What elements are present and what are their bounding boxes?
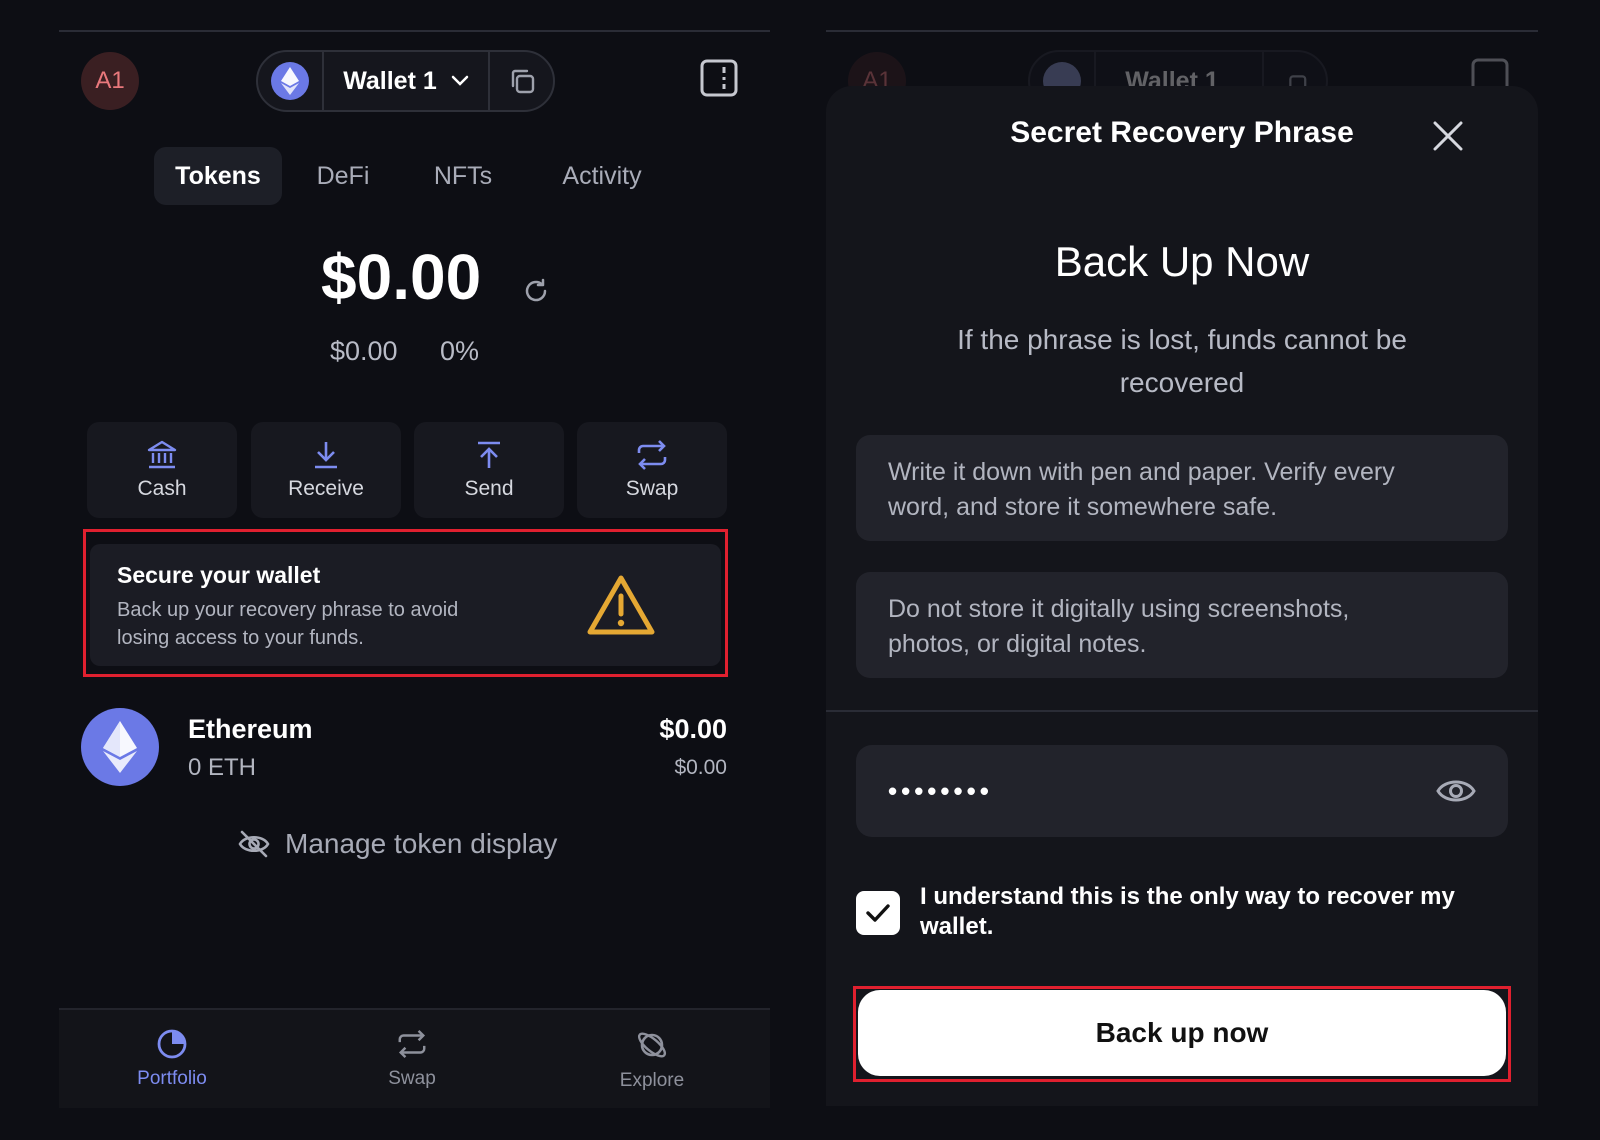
nav-portfolio[interactable]: Portfolio xyxy=(92,1028,252,1090)
total-balance: $0.00 xyxy=(321,241,482,313)
consent-line1: I understand this is the only way to rec… xyxy=(920,883,1455,910)
manage-token-display-button[interactable]: Manage token display xyxy=(237,828,557,860)
wallet-name: Wallet 1 xyxy=(343,66,437,95)
swap-icon xyxy=(635,439,669,471)
tip-card: Do not store it digitally using screensh… xyxy=(856,572,1508,678)
secure-wallet-desc-line1: Back up your recovery phrase to avoid xyxy=(117,599,459,621)
swap-button[interactable]: Swap xyxy=(577,422,727,518)
warning-icon xyxy=(586,574,656,636)
token-fiat: $0.00 xyxy=(674,756,727,779)
ethereum-icon xyxy=(81,708,159,786)
bank-icon xyxy=(146,439,178,471)
tip-card: Write it down with pen and paper. Verify… xyxy=(856,435,1508,541)
tip-line: Write it down with pen and paper. Verify… xyxy=(888,458,1395,486)
top-divider xyxy=(59,30,770,32)
tab-nfts[interactable]: NFTs xyxy=(408,147,518,205)
refresh-icon[interactable] xyxy=(521,276,551,306)
backup-screen: A1 Wallet 1 Secret Recovery Phrase Back … xyxy=(826,30,1538,1106)
section-divider xyxy=(826,710,1538,712)
tip-line: Do not store it digitally using screensh… xyxy=(888,595,1350,623)
nav-swap[interactable]: Swap xyxy=(332,1028,492,1090)
tip-line: word, and store it somewhere safe. xyxy=(888,493,1278,521)
nav-label: Swap xyxy=(388,1068,436,1089)
swap-icon xyxy=(396,1028,428,1060)
download-icon xyxy=(310,439,342,471)
tab-label: NFTs xyxy=(433,161,493,190)
token-value: $0.00 xyxy=(659,714,727,744)
chain-button[interactable] xyxy=(258,52,322,110)
action-label: Swap xyxy=(625,477,679,500)
tab-tokens[interactable]: Tokens xyxy=(154,147,282,205)
manage-label: Manage token display xyxy=(285,828,558,859)
backup-heading: Back Up Now xyxy=(1054,238,1310,285)
action-label: Cash xyxy=(137,477,187,500)
secure-wallet-card[interactable]: Secure your wallet Back up your recovery… xyxy=(90,544,721,666)
top-divider xyxy=(826,30,1538,32)
wallet-selector: Wallet 1 xyxy=(256,50,555,112)
password-mask: •••••••• xyxy=(888,775,993,806)
upload-icon xyxy=(473,439,505,471)
nav-label: Portfolio xyxy=(137,1068,207,1089)
tab-defi[interactable]: DeFi xyxy=(296,147,390,205)
secure-wallet-desc-line2: losing access to your funds. xyxy=(117,627,364,649)
consent-checkbox[interactable] xyxy=(856,891,900,935)
avatar-text: A1 xyxy=(95,67,125,94)
pie-chart-icon xyxy=(156,1028,188,1060)
wallet-dropdown[interactable]: Wallet 1 xyxy=(324,52,489,110)
secure-wallet-title: Secure your wallet xyxy=(117,562,321,588)
cash-button[interactable]: Cash xyxy=(87,422,237,518)
password-input[interactable]: •••••••• xyxy=(856,745,1508,837)
lead-line1: If the phrase is lost, funds cannot be xyxy=(957,324,1407,355)
tab-label: DeFi xyxy=(316,161,370,190)
sidebar-toggle-icon[interactable] xyxy=(700,59,738,97)
copy-address-button[interactable] xyxy=(490,52,553,110)
back-up-now-button[interactable]: Back up now xyxy=(858,990,1506,1076)
tip-line: photos, or digital notes. xyxy=(888,630,1147,658)
action-label: Receive xyxy=(288,477,364,500)
receive-button[interactable]: Receive xyxy=(251,422,401,518)
action-label: Send xyxy=(464,477,514,500)
recovery-phrase-sheet: Secret Recovery Phrase Back Up Now If th… xyxy=(826,86,1538,1106)
lead-line2: recovered xyxy=(1119,367,1245,398)
copy-icon xyxy=(508,67,536,95)
checkmark-icon xyxy=(865,903,891,923)
nav-explore[interactable]: Explore xyxy=(572,1028,732,1092)
tab-label: Tokens xyxy=(175,161,261,190)
consent-line2: wallet. xyxy=(920,913,994,940)
token-name: Ethereum xyxy=(188,714,313,744)
portfolio-screen: A1 Wallet 1 Tokens DeFi NFTs Activity $0… xyxy=(59,30,770,1108)
planet-icon xyxy=(635,1028,669,1062)
eye-icon[interactable] xyxy=(1436,776,1476,806)
chevron-down-icon xyxy=(451,75,469,87)
eye-off-icon xyxy=(237,829,271,859)
close-icon[interactable] xyxy=(1432,120,1464,152)
tab-label: Activity xyxy=(562,161,642,190)
tab-activity[interactable]: Activity xyxy=(536,147,668,205)
balance-change-value: $0.00 xyxy=(330,336,398,366)
nav-label: Explore xyxy=(619,1070,685,1091)
balance-change-percent: 0% xyxy=(440,336,480,366)
bottom-nav: Portfolio Swap Explore xyxy=(59,1008,770,1108)
avatar[interactable]: A1 xyxy=(81,52,139,110)
button-label: Back up now xyxy=(1095,1017,1269,1048)
ethereum-icon xyxy=(270,62,309,100)
token-row-ethereum[interactable]: Ethereum 0 ETH $0.00 $0.00 xyxy=(81,708,727,788)
send-button[interactable]: Send xyxy=(414,422,564,518)
token-amount: 0 ETH xyxy=(188,754,257,781)
